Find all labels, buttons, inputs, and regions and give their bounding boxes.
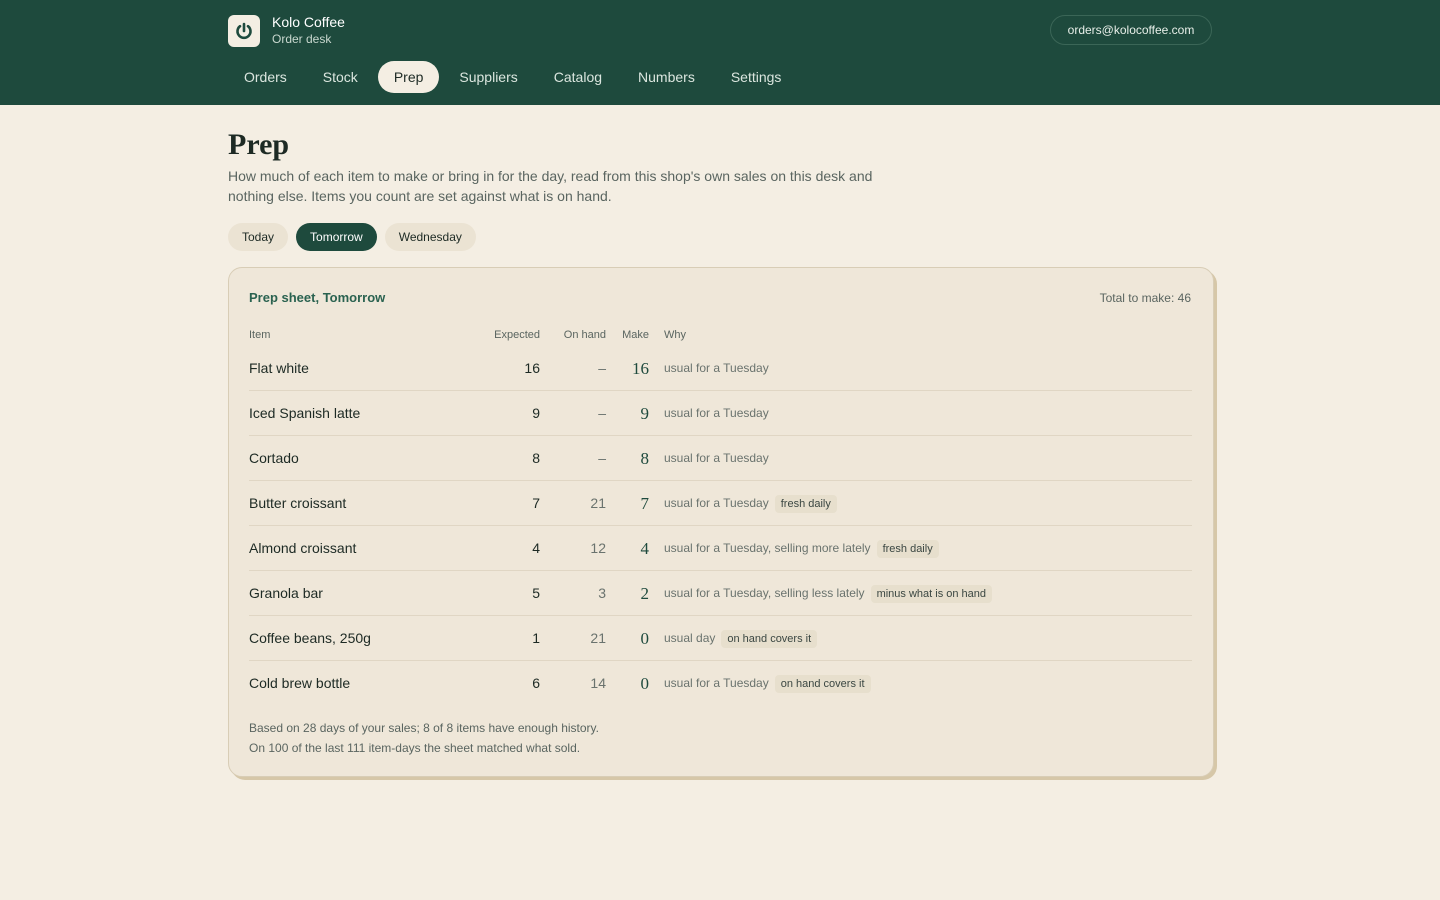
item-name: Cold brew bottle <box>249 675 351 691</box>
item-name: Almond croissant <box>249 540 357 556</box>
prep-sheet-title: Prep sheet, Tomorrow <box>249 290 386 305</box>
make-value: 0 <box>640 629 650 648</box>
why-text: usual for a Tuesday <box>664 676 769 690</box>
why-cell: usual day on hand covers it <box>664 616 818 661</box>
day-tab-wednesday[interactable]: Wednesday <box>384 223 476 251</box>
why-cell: usual for a Tuesday on hand covers it <box>664 661 871 706</box>
why-cell: usual for a Tuesday fresh daily <box>664 481 837 526</box>
nav-orders[interactable]: Orders <box>228 61 303 93</box>
brand[interactable]: Kolo Coffee Order desk <box>228 14 345 47</box>
table-row: Granola bar 5 3 2 usual for a Tuesday, s… <box>249 571 1192 616</box>
table-row: Cortado 8 – 8 usual for a Tuesday <box>249 436 1192 481</box>
app-subtitle: Order desk <box>272 32 332 46</box>
day-tab-today[interactable]: Today <box>228 223 289 251</box>
on-hand-value: – <box>598 450 606 466</box>
expected-value: 9 <box>532 405 540 421</box>
table-row: Flat white 16 – 16 usual for a Tuesday <box>249 346 1192 391</box>
logo-icon <box>228 14 260 47</box>
why-cell: usual for a Tuesday <box>664 391 769 436</box>
why-text: usual for a Tuesday <box>664 496 769 510</box>
on-hand-value: 12 <box>590 540 606 556</box>
expected-value: 4 <box>532 540 540 556</box>
history-note: Based on 28 days of your sales; 8 of 8 i… <box>249 721 599 735</box>
table-row: Butter croissant 7 21 7 usual for a Tues… <box>249 481 1192 526</box>
make-value: 2 <box>640 584 650 603</box>
why-text: usual for a Tuesday, selling less lately <box>664 586 865 600</box>
nav-suppliers[interactable]: Suppliers <box>443 61 533 93</box>
item-name: Cortado <box>249 450 299 466</box>
make-value: 9 <box>640 404 650 423</box>
column-header-expected: Expected <box>494 329 540 341</box>
day-tabs: Today Tomorrow Wednesday <box>228 223 484 251</box>
item-name: Granola bar <box>249 585 323 601</box>
column-header-make: Make <box>622 329 649 341</box>
accuracy-note: On 100 of the last 111 item-days the she… <box>249 741 581 755</box>
why-cell: usual for a Tuesday, selling more lately… <box>664 526 939 571</box>
page-description: How much of each item to make or bring i… <box>228 168 873 204</box>
page-title: Prep <box>228 128 290 161</box>
table-row: Almond croissant 4 12 4 usual for a Tues… <box>249 526 1192 571</box>
on-hand-value: – <box>598 360 606 376</box>
expected-value: 16 <box>524 360 540 376</box>
expected-value: 7 <box>532 495 540 511</box>
why-cell: usual for a Tuesday <box>664 436 769 481</box>
item-name: Iced Spanish latte <box>249 405 361 421</box>
on-hand-value: 21 <box>590 495 606 511</box>
why-cell: usual for a Tuesday, selling less lately… <box>664 571 993 616</box>
make-value: 8 <box>640 449 650 468</box>
table-row: Coffee beans, 250g 1 21 0 usual day on ha… <box>249 616 1192 661</box>
expected-value: 1 <box>532 630 540 646</box>
prep-sheet-card: Prep sheet, Tomorrow Total to make: 46 I… <box>228 267 1214 777</box>
why-text: usual for a Tuesday, selling more lately <box>664 541 871 555</box>
why-tag: on hand covers it <box>774 674 871 693</box>
on-hand-value: – <box>598 405 606 421</box>
nav-catalog[interactable]: Catalog <box>538 61 618 93</box>
why-text: usual for a Tuesday <box>664 406 769 420</box>
app-name: Kolo Coffee <box>272 14 345 30</box>
day-tab-tomorrow[interactable]: Tomorrow <box>296 223 377 251</box>
why-cell: usual for a Tuesday <box>664 346 769 391</box>
make-value: 7 <box>640 494 650 513</box>
table-row: Iced Spanish latte 9 – 9 usual for a Tue… <box>249 391 1192 436</box>
account-email-button[interactable]: orders@kolocoffee.com <box>1050 15 1212 45</box>
nav-prep[interactable]: Prep <box>377 61 440 93</box>
total-to-make: Total to make: 46 <box>1099 291 1191 305</box>
expected-value: 5 <box>532 585 540 601</box>
sheet-footer: Based on 28 days of your sales; 8 of 8 i… <box>249 718 599 758</box>
nav-stock[interactable]: Stock <box>307 61 374 93</box>
column-header-why: Why <box>664 329 686 341</box>
top-bar: Kolo Coffee Order desk orders@kolocoffee… <box>0 0 1440 105</box>
expected-value: 8 <box>532 450 540 466</box>
why-tag: minus what is on hand <box>870 584 993 603</box>
column-header-item: Item <box>249 329 271 341</box>
nav-numbers[interactable]: Numbers <box>622 61 711 93</box>
why-tag: on hand covers it <box>721 629 818 648</box>
why-text: usual for a Tuesday <box>664 451 769 465</box>
make-value: 4 <box>640 539 650 558</box>
make-value: 0 <box>640 674 650 693</box>
why-text: usual for a Tuesday <box>664 361 769 375</box>
item-name: Coffee beans, 250g <box>249 630 371 646</box>
expected-value: 6 <box>532 675 540 691</box>
nav-settings[interactable]: Settings <box>715 61 798 93</box>
column-header-on-hand: On hand <box>563 329 606 341</box>
item-name: Flat white <box>249 360 309 376</box>
main-nav: Orders Stock Prep Suppliers Catalog Numb… <box>228 61 801 93</box>
item-name: Butter croissant <box>249 495 347 511</box>
table-row: Cold brew bottle 6 14 0 usual for a Tues… <box>249 661 1192 706</box>
on-hand-value: 14 <box>590 675 606 691</box>
make-value: 16 <box>632 359 649 378</box>
why-tag: fresh daily <box>774 494 837 513</box>
why-text: usual day <box>664 631 716 645</box>
on-hand-value: 21 <box>590 630 606 646</box>
why-tag: fresh daily <box>876 539 939 558</box>
on-hand-value: 3 <box>598 585 606 601</box>
